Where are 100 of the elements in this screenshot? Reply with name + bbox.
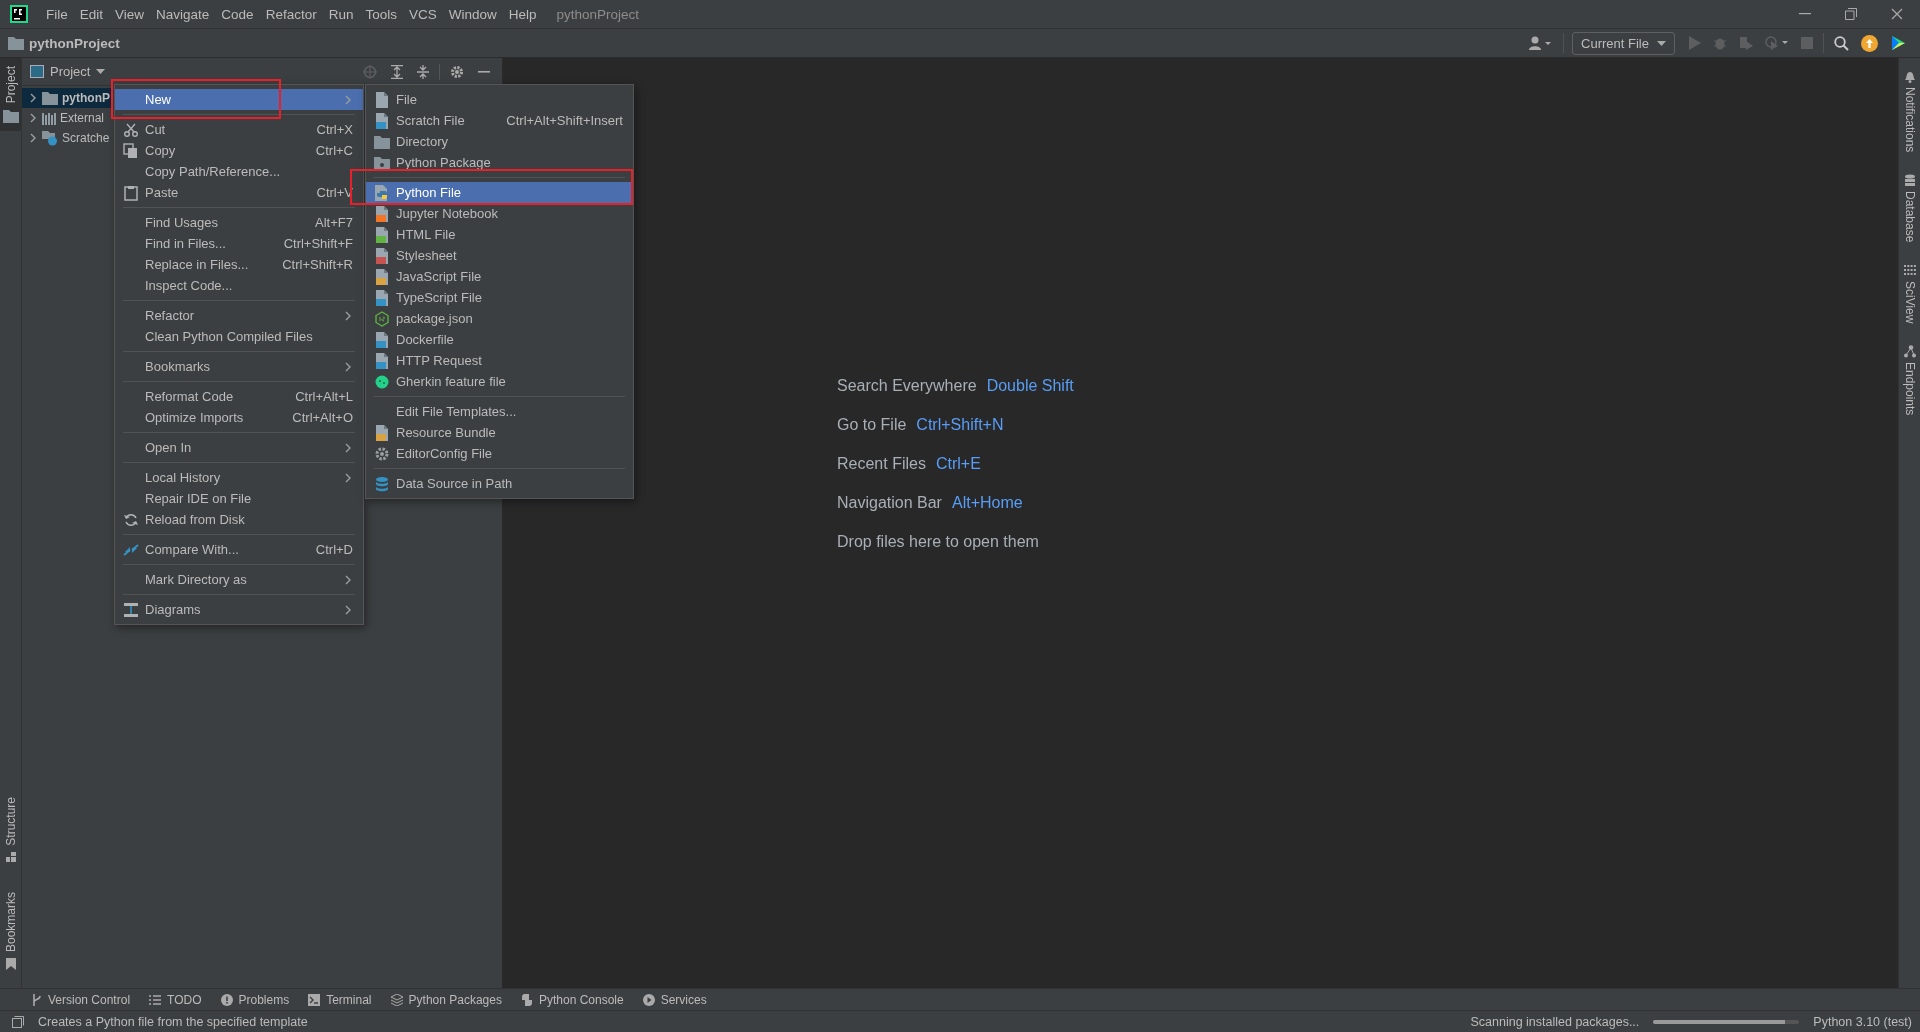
dropdown-icon[interactable] bbox=[96, 69, 106, 74]
tool-window-button[interactable]: Bookmarks bbox=[0, 883, 21, 978]
breadcrumb[interactable]: pythonProject bbox=[29, 35, 120, 51]
tool-window-button[interactable]: Structure bbox=[0, 789, 21, 870]
hint-label: Recent Files bbox=[837, 455, 926, 474]
menu-item[interactable]: Mark Directory as bbox=[115, 569, 363, 590]
menu-bar-item[interactable]: VCS bbox=[402, 6, 443, 22]
menu-item[interactable]: Jupyter Notebook bbox=[366, 203, 633, 224]
menu-bar-item[interactable]: Code bbox=[215, 6, 260, 22]
menu-item[interactable]: TypeScript File bbox=[366, 287, 633, 308]
menu-item[interactable]: Reload from Disk bbox=[115, 509, 363, 530]
menu-bar-item[interactable]: Tools bbox=[359, 6, 403, 22]
collapse-all-icon[interactable] bbox=[417, 64, 429, 79]
menu-item[interactable]: Optimize Imports Ctrl+Alt+O bbox=[115, 407, 363, 428]
tool-window-button[interactable]: SciView bbox=[1902, 280, 1917, 324]
tool-window-tab[interactable]: Services bbox=[660, 992, 707, 1007]
database-icon[interactable] bbox=[1903, 174, 1916, 188]
menu-item[interactable]: Stylesheet bbox=[366, 245, 633, 266]
menu-item[interactable]: Resource Bundle bbox=[366, 422, 633, 443]
run-configuration-dropdown[interactable]: Current File bbox=[1572, 31, 1675, 55]
menu-item[interactable]: Find Usages Alt+F7 bbox=[115, 212, 363, 233]
user-icon[interactable] bbox=[1529, 36, 1554, 50]
plugin-logo-icon[interactable] bbox=[1890, 35, 1906, 51]
menu-item[interactable]: Data Source in Path bbox=[366, 473, 633, 494]
menu-item[interactable]: Directory bbox=[366, 131, 633, 152]
menu-item[interactable]: Reformat Code Ctrl+Alt+L bbox=[115, 386, 363, 407]
menu-item[interactable]: Diagrams bbox=[115, 599, 363, 620]
menu-bar-item[interactable]: View bbox=[109, 6, 151, 22]
menu-item[interactable]: File bbox=[366, 89, 633, 110]
menu-item[interactable]: New bbox=[115, 89, 363, 110]
folder-icon bbox=[42, 91, 58, 105]
menu-item[interactable]: Gherkin feature file bbox=[366, 371, 633, 392]
tool-window-button[interactable]: Notifications bbox=[1902, 87, 1917, 153]
app-logo-icon[interactable] bbox=[10, 5, 28, 23]
tool-window-tab[interactable]: Python Packages bbox=[408, 992, 502, 1007]
settings-icon[interactable] bbox=[450, 64, 464, 79]
tool-window-tab[interactable]: Version Control bbox=[48, 992, 131, 1007]
menu-item[interactable]: package.json bbox=[366, 308, 633, 329]
bookmark-icon bbox=[5, 958, 16, 970]
menu-item[interactable]: JavaScript File bbox=[366, 266, 633, 287]
background-task[interactable]: Scanning installed packages... bbox=[1470, 1014, 1640, 1029]
tree-item[interactable]: External bbox=[22, 108, 106, 128]
tool-window-button[interactable]: Endpoints bbox=[1902, 362, 1917, 416]
menu-item[interactable]: EditorConfig File bbox=[366, 443, 633, 464]
folder-icon bbox=[374, 134, 390, 149]
panel-title[interactable]: Project bbox=[50, 64, 91, 79]
menu-item[interactable]: Open In bbox=[115, 437, 363, 458]
tree-item[interactable]: Scratche bbox=[22, 128, 111, 148]
tool-window-button[interactable]: Database bbox=[1902, 191, 1917, 243]
menu-bar-item[interactable]: Edit bbox=[73, 6, 110, 22]
menu-bar-item[interactable]: Run bbox=[322, 6, 360, 22]
menu-item[interactable]: HTTP Request bbox=[366, 350, 633, 371]
tool-window-tab[interactable]: TODO bbox=[167, 992, 202, 1007]
menu-bar-item[interactable]: File bbox=[40, 6, 74, 22]
menu-item[interactable]: Clean Python Compiled Files bbox=[115, 326, 363, 347]
expand-all-icon[interactable] bbox=[391, 64, 403, 79]
menu-item[interactable]: Edit File Templates... bbox=[366, 401, 633, 422]
menu-item[interactable]: Bookmarks bbox=[115, 356, 363, 377]
menu-bar-item[interactable]: Refactor bbox=[259, 6, 323, 22]
resource-bundle-icon bbox=[375, 424, 389, 441]
menu-item[interactable]: Inspect Code... bbox=[115, 275, 363, 296]
bell-icon[interactable] bbox=[1903, 70, 1916, 83]
caret-icon[interactable] bbox=[1657, 40, 1666, 46]
menu-item[interactable]: Python Package bbox=[366, 152, 633, 173]
tool-window-button[interactable]: Project bbox=[0, 58, 21, 132]
menu-item[interactable]: Copy Path/Reference... bbox=[115, 161, 363, 182]
stylesheet-icon bbox=[375, 247, 389, 264]
tree-item[interactable]: pythonP bbox=[22, 88, 111, 108]
restore-icon[interactable] bbox=[1845, 8, 1857, 20]
tool-window-tab[interactable]: Problems bbox=[238, 992, 290, 1007]
menu-item[interactable]: Compare With... Ctrl+D bbox=[115, 539, 363, 560]
endpoints-icon[interactable] bbox=[1903, 345, 1916, 359]
grid-icon[interactable] bbox=[1903, 264, 1916, 277]
menu-item[interactable]: Find in Files... Ctrl+Shift+F bbox=[115, 233, 363, 254]
tool-window-tab[interactable]: Python Console bbox=[538, 992, 624, 1007]
json-icon bbox=[374, 310, 390, 327]
menu-item[interactable]: Replace in Files... Ctrl+Shift+R bbox=[115, 254, 363, 275]
menu-bar-item[interactable]: Navigate bbox=[150, 6, 216, 22]
close-icon[interactable] bbox=[1891, 8, 1903, 20]
menu-item[interactable]: HTML File bbox=[366, 224, 633, 245]
update-icon[interactable] bbox=[1861, 34, 1878, 52]
menu-bar-item[interactable]: Window bbox=[442, 6, 503, 22]
menu-item[interactable]: Dockerfile bbox=[366, 329, 633, 350]
dockerfile-icon bbox=[375, 331, 389, 348]
menu-item[interactable]: Local History bbox=[115, 467, 363, 488]
menu-item[interactable]: Python File bbox=[366, 182, 633, 203]
menu-bar-item[interactable]: Help bbox=[502, 6, 543, 22]
menu-item[interactable]: Refactor bbox=[115, 305, 363, 326]
list-icon bbox=[149, 994, 162, 1005]
menu-item[interactable]: Cut Ctrl+X bbox=[115, 119, 363, 140]
menu-item[interactable]: Repair IDE on File bbox=[115, 488, 363, 509]
minimize-icon[interactable] bbox=[1799, 13, 1811, 15]
layout-icon[interactable] bbox=[12, 1015, 24, 1028]
menu-item[interactable]: Scratch File Ctrl+Alt+Shift+Insert bbox=[366, 110, 633, 131]
hide-icon[interactable] bbox=[478, 70, 490, 73]
tool-window-tab[interactable]: Terminal bbox=[326, 992, 372, 1007]
search-icon[interactable] bbox=[1834, 35, 1849, 51]
refresh-icon bbox=[123, 511, 139, 528]
menu-item[interactable]: Copy Ctrl+C bbox=[115, 140, 363, 161]
interpreter-selector[interactable]: Python 3.10 (test) bbox=[1813, 1014, 1912, 1029]
